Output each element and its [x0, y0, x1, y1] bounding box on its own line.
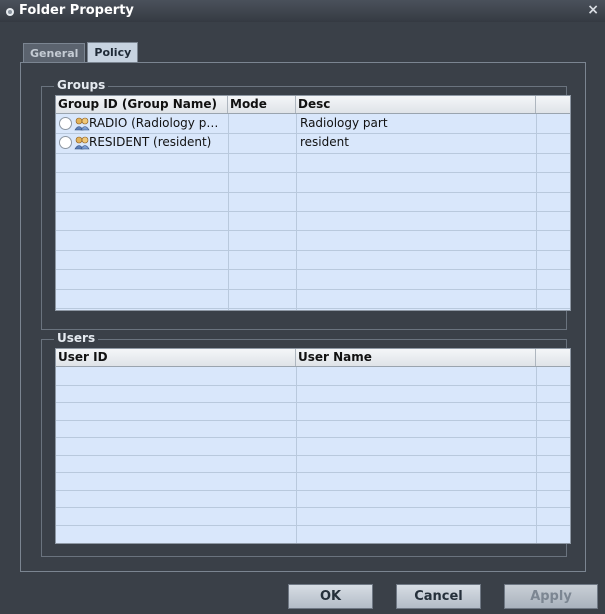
grid-line — [56, 419, 570, 421]
grid-line — [56, 230, 570, 232]
row-select-radio[interactable] — [59, 136, 72, 149]
desc-cell: Radiology part — [300, 116, 388, 130]
grid-line — [56, 152, 570, 154]
user-group-icon — [74, 135, 90, 150]
grid-line — [56, 454, 570, 456]
grid-line — [56, 172, 570, 174]
group-id-cell: RADIO (Radiology p… — [89, 116, 219, 130]
window-title: Folder Property — [19, 3, 134, 18]
grid-line — [56, 489, 570, 491]
grid-line — [56, 249, 570, 251]
cancel-button[interactable]: Cancel — [396, 584, 481, 609]
apply-button[interactable]: Apply — [504, 584, 598, 609]
grid-line — [56, 524, 570, 526]
grid-line — [56, 269, 570, 271]
grid-line — [56, 191, 570, 193]
grid-line — [56, 402, 570, 403]
close-icon[interactable]: × — [587, 2, 599, 18]
app-icon — [5, 6, 15, 16]
policy-panel: Groups Group ID (Group Name) Mode Desc R… — [20, 62, 586, 572]
title-bar[interactable]: Folder Property × — [0, 0, 605, 22]
column-header-mode[interactable]: Mode — [228, 96, 296, 113]
group-id-cell: RESIDENT (resident) — [89, 135, 212, 149]
tab-policy[interactable]: Policy — [87, 42, 139, 63]
grid-line — [56, 384, 570, 386]
column-header-desc[interactable]: Desc — [296, 96, 536, 113]
grid-line — [56, 308, 570, 309]
groups-section: Groups Group ID (Group Name) Mode Desc R… — [41, 78, 571, 330]
grid-line — [56, 437, 570, 438]
tab-bar: General Policy — [23, 42, 140, 63]
grid-line — [56, 288, 570, 290]
column-header-user-id[interactable]: User ID — [56, 349, 296, 366]
users-section: Users User ID User Name — [41, 331, 571, 557]
desc-cell: resident — [300, 135, 349, 149]
users-label: Users — [54, 331, 99, 345]
folder-property-window: Folder Property × General Policy Groups … — [0, 0, 605, 614]
groups-table-header: Group ID (Group Name) Mode Desc — [56, 96, 570, 114]
grid-line — [56, 211, 570, 212]
groups-table[interactable]: Group ID (Group Name) Mode Desc RADIO (R… — [55, 95, 571, 311]
column-header-user-name[interactable]: User Name — [296, 349, 536, 366]
groups-label: Groups — [54, 78, 109, 92]
users-table[interactable]: User ID User Name — [55, 348, 571, 544]
user-group-icon — [74, 116, 90, 131]
grid-line — [56, 507, 570, 508]
tab-general[interactable]: General — [23, 43, 86, 63]
users-table-header: User ID User Name — [56, 349, 570, 367]
column-header-group-id[interactable]: Group ID (Group Name) — [56, 96, 228, 113]
grid-line — [56, 472, 570, 473]
ok-button[interactable]: OK — [288, 584, 373, 609]
row-select-radio[interactable] — [59, 117, 72, 130]
